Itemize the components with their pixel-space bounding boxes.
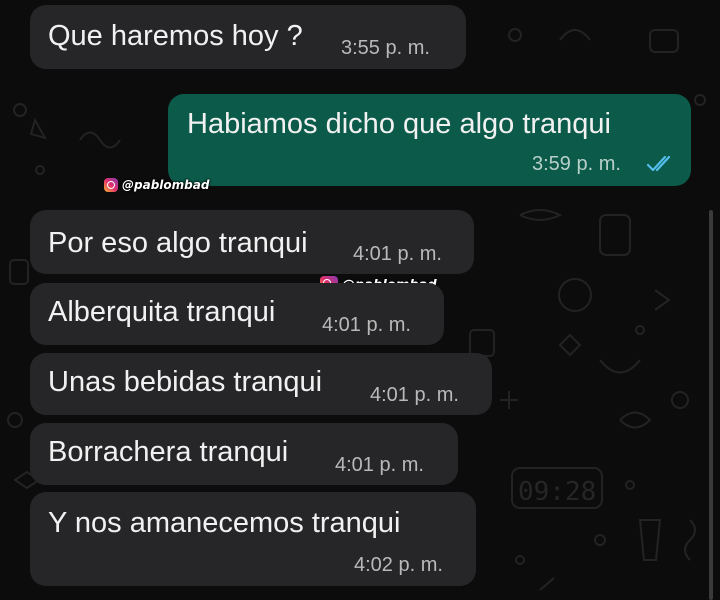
- message-bubble-incoming[interactable]: Borrachera tranqui 4:01 p. m.: [30, 423, 458, 485]
- scrollbar[interactable]: [709, 210, 713, 600]
- message-text: Alberquita tranqui: [48, 296, 276, 328]
- message-bubble-incoming[interactable]: Alberquita tranqui 4:01 p. m.: [30, 283, 444, 345]
- message-time: 4:01 p. m.: [370, 384, 459, 406]
- message-text: Por eso algo tranqui: [48, 227, 308, 259]
- read-receipt-icon: [646, 155, 671, 172]
- message-bubble-incoming[interactable]: Por eso algo tranqui 4:01 p. m.: [30, 210, 474, 274]
- message-text: Unas bebidas tranqui: [48, 366, 323, 398]
- message-time: 4:02 p. m.: [354, 554, 443, 576]
- watermark-handle: @pablombad: [122, 178, 210, 192]
- message-text: Que haremos hoy ?: [48, 20, 303, 52]
- message-text: Borrachera tranqui: [48, 436, 289, 468]
- message-bubble-incoming[interactable]: Y nos amanecemos tranqui 4:02 p. m.: [30, 492, 476, 586]
- message-text: Y nos amanecemos tranqui: [48, 507, 401, 539]
- message-time: 3:55 p. m.: [341, 37, 430, 59]
- message-time: 3:59 p. m.: [532, 153, 621, 175]
- message-time: 4:01 p. m.: [353, 243, 442, 265]
- message-time: 4:01 p. m.: [335, 454, 424, 476]
- message-time: 4:01 p. m.: [322, 314, 411, 336]
- message-bubble-outgoing[interactable]: Habiamos dicho que algo tranqui 3:59 p. …: [168, 94, 691, 186]
- instagram-icon: [104, 178, 118, 192]
- message-bubble-incoming[interactable]: Que haremos hoy ? 3:55 p. m.: [30, 5, 466, 69]
- instagram-watermark: @pablombad: [104, 178, 209, 192]
- message-text: Habiamos dicho que algo tranqui: [187, 108, 611, 140]
- message-bubble-incoming[interactable]: Unas bebidas tranqui 4:01 p. m.: [30, 353, 492, 415]
- svg-text:09:28: 09:28: [518, 477, 596, 507]
- chat-view[interactable]: 09:28 Que haremos hoy ? 3:55 p. m. Habia…: [0, 0, 720, 600]
